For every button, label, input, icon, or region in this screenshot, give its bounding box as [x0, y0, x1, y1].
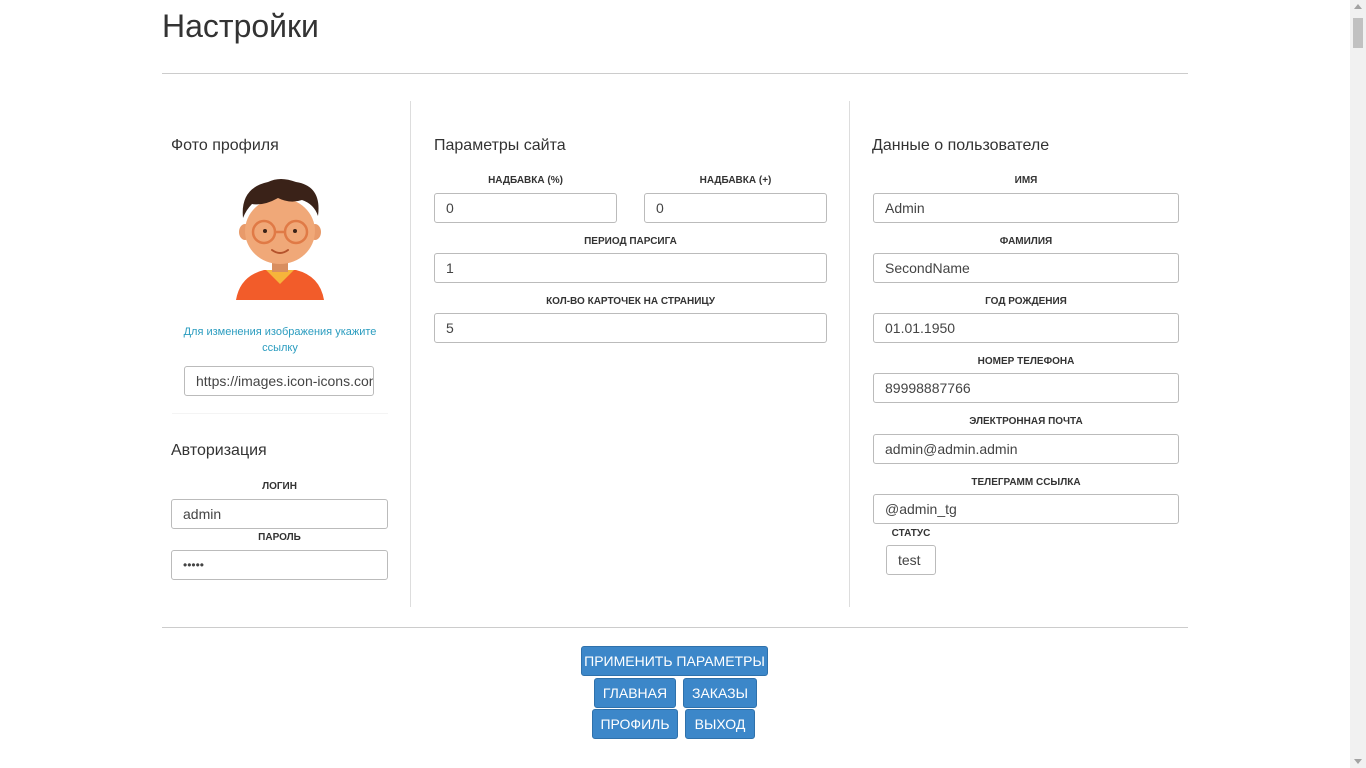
column-divider-2: [849, 101, 850, 607]
email-input[interactable]: admin@admin.admin: [873, 434, 1179, 464]
scroll-down-arrow-icon[interactable]: [1354, 759, 1362, 764]
status-label: СТАТУС: [891, 528, 931, 539]
phone-label: НОМЕР ТЕЛЕФОНА: [977, 356, 1075, 367]
photo-url-input[interactable]: https://images.icon-icons.com: [184, 366, 374, 396]
markup-percent-label: НАДБАВКА (%): [488, 175, 563, 186]
page-title: Настройки: [162, 8, 319, 44]
parse-period-input[interactable]: 1: [434, 253, 827, 283]
last-name-label: ФАМИЛИЯ: [999, 236, 1053, 247]
first-name-label: ИМЯ: [1014, 175, 1038, 186]
orders-button[interactable]: ЗАКАЗЫ: [683, 678, 757, 708]
auth-section-title: Авторизация: [171, 442, 267, 459]
logout-button[interactable]: ВЫХОД: [685, 709, 755, 739]
photo-hint: Для изменения изображения укажите ссылку: [183, 326, 377, 354]
first-name-input[interactable]: Admin: [873, 193, 1179, 223]
apply-button[interactable]: ПРИМЕНИТЬ ПАРАМЕТРЫ: [581, 646, 768, 676]
birth-input[interactable]: 01.01.1950: [873, 313, 1179, 343]
telegram-input[interactable]: @admin_tg: [873, 494, 1179, 524]
bottom-divider: [162, 627, 1188, 628]
scroll-thumb[interactable]: [1353, 18, 1363, 48]
markup-percent-input[interactable]: 0: [434, 193, 617, 223]
phone-input[interactable]: 89998887766: [873, 373, 1179, 403]
photo-divider: [172, 413, 388, 414]
profile-button[interactable]: ПРОФИЛЬ: [592, 709, 678, 739]
photo-section-title: Фото профиля: [171, 137, 279, 154]
home-button[interactable]: ГЛАВНАЯ: [594, 678, 676, 708]
email-label: ЭЛЕКТРОННАЯ ПОЧТА: [969, 416, 1083, 427]
password-input[interactable]: •••••: [171, 550, 388, 580]
parse-period-label: ПЕРИОД ПАРСИГА: [584, 236, 677, 247]
scroll-up-arrow-icon[interactable]: [1354, 4, 1362, 9]
password-label: ПАРОЛЬ: [258, 532, 301, 543]
vertical-scrollbar[interactable]: [1350, 0, 1366, 768]
site-section-title: Параметры сайта: [434, 137, 566, 154]
markup-plus-input[interactable]: 0: [644, 193, 827, 223]
login-input[interactable]: admin: [171, 499, 388, 529]
cards-per-page-label: КОЛ-ВО КАРТОЧЕК НА СТРАНИЦУ: [546, 296, 715, 307]
avatar-image: [236, 179, 324, 300]
status-input[interactable]: test: [886, 545, 936, 575]
cards-per-page-input[interactable]: 5: [434, 313, 827, 343]
birth-label: ГОД РОЖДЕНИЯ: [985, 296, 1067, 307]
telegram-label: ТЕЛЕГРАММ ССЫЛКА: [971, 477, 1081, 488]
login-label: ЛОГИН: [262, 481, 297, 492]
user-section-title: Данные о пользователе: [872, 137, 1050, 154]
top-divider: [162, 73, 1188, 74]
column-divider-1: [410, 101, 411, 607]
markup-plus-label: НАДБАВКА (+): [699, 175, 772, 186]
last-name-input[interactable]: SecondName: [873, 253, 1179, 283]
